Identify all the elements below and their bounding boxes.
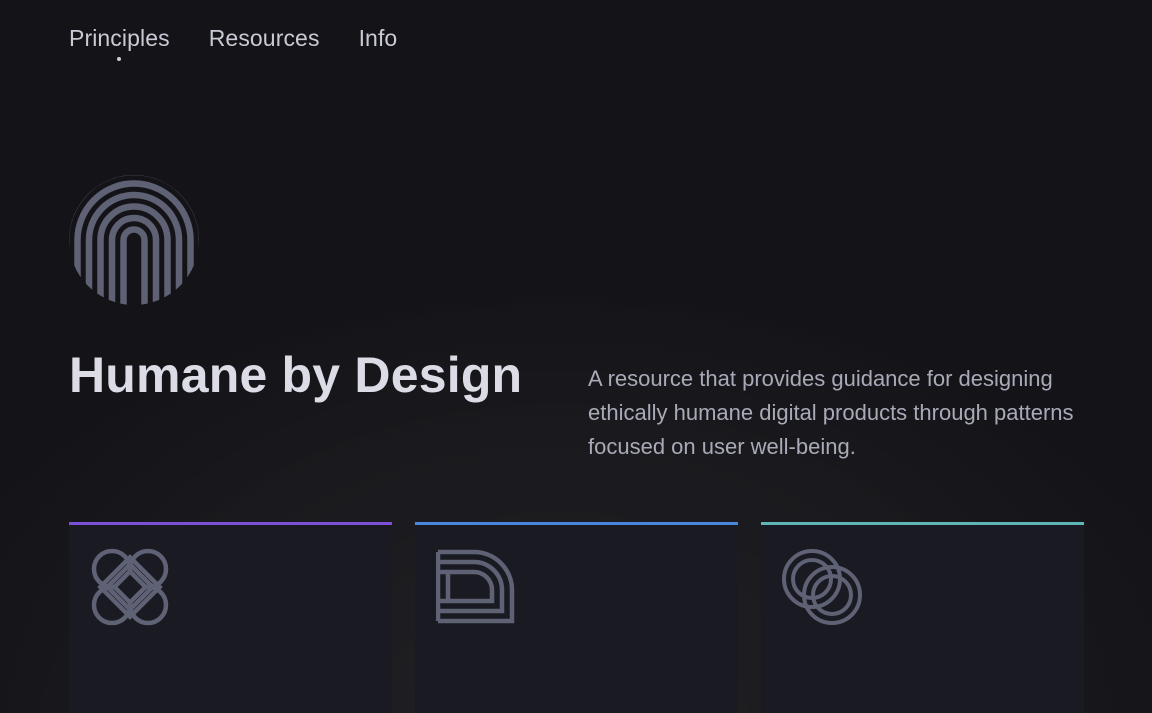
page: Principles Resources Info Humane by Desi… xyxy=(0,0,1152,713)
nav-item-info[interactable]: Info xyxy=(359,24,398,52)
nav-item-label: Info xyxy=(358,25,398,51)
nav-item-label: Principles xyxy=(69,25,170,51)
nav-item-resources[interactable]: Resources xyxy=(209,24,320,52)
principle-card[interactable] xyxy=(69,522,392,713)
page-title: Humane by Design xyxy=(69,347,523,403)
tagline: A resource that provides guidance for de… xyxy=(588,366,1074,459)
interlocked-diamond-icon xyxy=(91,548,169,626)
nav-item-principles[interactable]: Principles xyxy=(69,24,170,61)
active-indicator-dot xyxy=(117,57,122,61)
linked-rings-icon xyxy=(782,549,862,625)
principle-cards xyxy=(69,522,1084,713)
principle-card[interactable] xyxy=(415,522,738,713)
principle-card[interactable] xyxy=(761,522,1084,713)
fingerprint-arch-icon xyxy=(69,175,199,305)
nav-item-label: Resources xyxy=(208,25,320,51)
nested-curve-icon xyxy=(436,549,515,624)
top-nav: Principles Resources Info xyxy=(69,24,398,61)
